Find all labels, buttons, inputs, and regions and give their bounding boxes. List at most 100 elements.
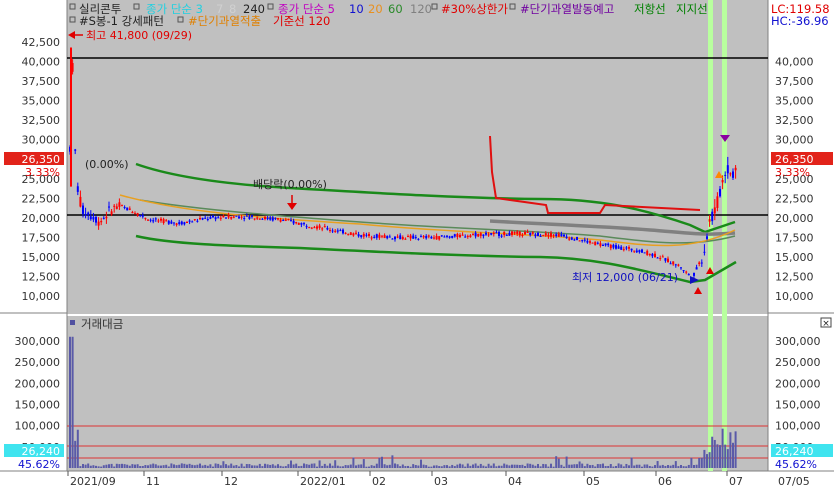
candle-body bbox=[628, 247, 630, 249]
candle-body bbox=[303, 223, 305, 225]
volume-bar bbox=[479, 463, 482, 468]
candle-body bbox=[349, 232, 352, 235]
candle-body bbox=[339, 230, 342, 232]
legend-support[interactable]: 지지선 bbox=[676, 2, 708, 16]
volume-bar bbox=[279, 465, 282, 468]
candle-body bbox=[620, 246, 623, 250]
candle-body bbox=[659, 257, 662, 259]
candle-body bbox=[178, 222, 181, 225]
volume-bar bbox=[157, 465, 160, 468]
volume-bar bbox=[178, 464, 181, 468]
volume-bar bbox=[258, 463, 261, 468]
volume-bar bbox=[165, 464, 168, 468]
volume-bar bbox=[565, 456, 568, 468]
candle-body bbox=[586, 240, 589, 243]
volume-bar bbox=[617, 463, 620, 468]
volume-bar bbox=[612, 466, 615, 468]
volume-bar bbox=[292, 464, 295, 468]
volume-bar bbox=[425, 465, 428, 468]
volume-bar bbox=[396, 464, 399, 468]
legend-short-accum[interactable]: #단기과열적출 bbox=[188, 14, 261, 28]
candle-body bbox=[79, 196, 82, 207]
volume-bar bbox=[628, 465, 630, 468]
candle-body bbox=[680, 267, 682, 269]
candle-body bbox=[266, 217, 269, 220]
candle-body bbox=[336, 230, 339, 232]
volume-bar bbox=[677, 466, 680, 468]
legend-ma-20[interactable]: 20 bbox=[368, 2, 383, 16]
volume-bar bbox=[188, 463, 191, 468]
volume-bar bbox=[526, 463, 529, 468]
price-tick-right: 32,500 bbox=[775, 114, 814, 127]
candle-body bbox=[279, 219, 282, 222]
candle-body bbox=[526, 231, 529, 233]
candle-body bbox=[282, 220, 285, 222]
volume-bar bbox=[375, 463, 378, 468]
volume-bar bbox=[594, 466, 597, 468]
legend-ma-10[interactable]: 10 bbox=[349, 2, 364, 16]
volume-bar bbox=[443, 465, 446, 468]
chart-canvas[interactable]: 42,50040,00037,50035,00032,50030,00027,5… bbox=[0, 0, 834, 490]
volume-bar bbox=[622, 466, 625, 468]
volume-bar bbox=[591, 464, 594, 468]
volume-bar bbox=[539, 466, 542, 468]
volume-bar bbox=[352, 457, 355, 468]
candle-body bbox=[219, 217, 222, 219]
volume-bar bbox=[344, 465, 347, 468]
candle-body bbox=[342, 229, 344, 234]
candle-body bbox=[607, 243, 610, 246]
low-price-label: 최저 12,000 (06/21) bbox=[572, 271, 678, 284]
volume-bar bbox=[261, 466, 264, 468]
legend-pattern[interactable]: #S봉-1 강세패턴 bbox=[79, 14, 164, 28]
candle-body bbox=[256, 217, 259, 219]
volume-bar bbox=[505, 464, 508, 468]
candle-body bbox=[201, 217, 204, 220]
volume-pane[interactable] bbox=[67, 316, 768, 471]
candle-body bbox=[373, 236, 376, 238]
candle-body bbox=[295, 222, 298, 224]
candle-body bbox=[604, 243, 607, 246]
legend-short-overheat[interactable]: #단기과열발동예고 bbox=[520, 2, 614, 16]
candle-body bbox=[685, 271, 688, 273]
volume-bar bbox=[118, 464, 121, 468]
volume-bar bbox=[199, 463, 201, 468]
legend-ma-60[interactable]: 60 bbox=[388, 2, 403, 16]
date-tick: 2021/09 bbox=[70, 475, 116, 488]
price-pane[interactable] bbox=[67, 0, 768, 312]
volume-bar bbox=[139, 466, 142, 468]
candle-body bbox=[225, 217, 227, 219]
candle-body bbox=[420, 236, 422, 238]
volume-bar bbox=[300, 465, 303, 468]
volume-bar bbox=[708, 452, 711, 468]
volume-bar bbox=[716, 444, 719, 468]
candle-body bbox=[227, 214, 230, 218]
volume-bar bbox=[105, 464, 108, 468]
candle-body bbox=[630, 248, 633, 251]
candle-body bbox=[729, 173, 732, 175]
legend-resistance[interactable]: 저항선 bbox=[634, 2, 666, 16]
volume-bar bbox=[295, 463, 298, 468]
candle-body bbox=[713, 207, 716, 214]
legend-base-line[interactable]: 기준선 120 bbox=[273, 14, 330, 28]
date-tick: 03 bbox=[434, 475, 448, 488]
volume-bar bbox=[368, 466, 370, 468]
volume-bar bbox=[552, 466, 555, 468]
candle-body bbox=[318, 225, 321, 228]
legend-ma-120[interactable]: 120 bbox=[410, 2, 432, 16]
candle-body bbox=[646, 250, 649, 255]
volume-bar bbox=[680, 464, 682, 468]
volume-bar bbox=[287, 464, 290, 468]
candle-body bbox=[310, 227, 313, 229]
candle-body bbox=[654, 253, 656, 258]
price-tick-left: 40,000 bbox=[22, 56, 61, 69]
price-tick-left: 15,000 bbox=[22, 251, 61, 264]
candle-body bbox=[214, 217, 217, 220]
candle-body bbox=[399, 235, 402, 240]
legend-upper-limit[interactable]: #30%상한가 bbox=[441, 2, 508, 16]
volume-title[interactable]: 거래대금 bbox=[81, 317, 123, 331]
candle-body bbox=[277, 218, 279, 220]
candle-body bbox=[87, 212, 90, 215]
candle-body bbox=[560, 234, 563, 237]
volume-bar bbox=[550, 463, 552, 468]
volume-bar bbox=[271, 464, 274, 468]
